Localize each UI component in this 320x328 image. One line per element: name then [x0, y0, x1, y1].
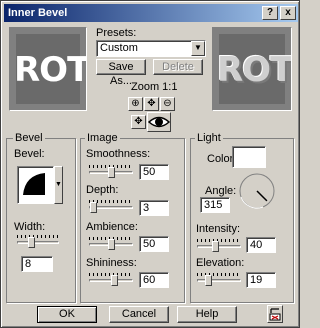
light-color-fill	[234, 148, 264, 166]
help-icon: ?	[266, 7, 274, 18]
pan-icon: ✥	[147, 98, 156, 109]
reset-button[interactable]	[267, 305, 283, 323]
presets-label: Presets:	[96, 27, 137, 39]
light-group-label: Light	[195, 132, 223, 144]
depth-slider[interactable]	[89, 200, 133, 213]
help-button[interactable]: Help	[177, 306, 237, 323]
save-as-button[interactable]: Save As...	[96, 59, 146, 87]
bevel-shape-dropdown[interactable]: ▼	[54, 166, 63, 204]
zoom-in-icon: ⊕	[131, 98, 140, 109]
delete-button[interactable]: Delete	[153, 59, 203, 75]
title-bar[interactable]: Inner Bevel	[4, 4, 298, 22]
ok-button[interactable]: OK	[37, 306, 97, 323]
depth-slider-thumb[interactable]	[90, 202, 97, 213]
close-title-button[interactable]: x	[280, 6, 296, 20]
bevel-shape-picker[interactable]	[17, 166, 54, 204]
close-icon: x	[285, 7, 291, 18]
chevron-down-icon: ▼	[55, 181, 62, 188]
smoothness-slider[interactable]	[89, 165, 133, 178]
elevation-field[interactable]: 19	[246, 272, 276, 288]
light-color-swatch[interactable]	[232, 146, 266, 168]
elevation-slider[interactable]	[197, 273, 241, 286]
intensity-slider[interactable]	[197, 239, 241, 252]
bevel-label: Bevel:	[14, 148, 45, 160]
reset-icon	[269, 308, 281, 321]
zoom-label: Zoom 1:1	[131, 81, 178, 93]
after-preview-text: ROT	[217, 50, 292, 90]
elevation-label: Elevation:	[196, 257, 245, 269]
navigate-icon: ✥	[134, 116, 143, 127]
before-preview-text: ROT	[14, 50, 87, 90]
ambience-slider-thumb[interactable]	[108, 239, 115, 250]
bevel-shape-icon	[23, 173, 45, 195]
elevation-slider-thumb[interactable]	[205, 275, 212, 286]
shininess-field[interactable]: 60	[139, 272, 169, 288]
smoothness-slider-thumb[interactable]	[108, 167, 115, 178]
zoom-out-icon: ⊖	[163, 98, 172, 109]
intensity-slider-thumb[interactable]	[212, 241, 219, 252]
bevel-group-label: Bevel	[13, 132, 45, 144]
shininess-slider-thumb[interactable]	[111, 275, 118, 286]
pan-button[interactable]: ✥	[144, 97, 159, 111]
smoothness-field[interactable]: 50	[139, 164, 169, 180]
angle-field[interactable]: 315	[200, 197, 230, 213]
navigate-button[interactable]: ✥	[131, 115, 146, 129]
ambience-slider[interactable]	[89, 237, 133, 250]
ambience-label: Ambience:	[86, 221, 138, 233]
ambience-field[interactable]: 50	[139, 236, 169, 252]
chevron-down-icon: ▼	[194, 43, 202, 52]
window-title: Inner Bevel	[8, 7, 68, 19]
angle-label: Angle:	[205, 185, 237, 197]
width-slider[interactable]	[17, 235, 59, 248]
depth-label: Depth:	[86, 184, 119, 196]
image-group-label: Image	[85, 132, 120, 144]
proof-toggle-button[interactable]	[147, 112, 171, 132]
inner-bevel-dialog: Inner Bevel ? x ROT ROT Presets: Custom …	[0, 0, 300, 328]
shininess-slider[interactable]	[89, 273, 133, 286]
presets-value: Custom	[100, 42, 138, 54]
smoothness-label: Smoothness:	[86, 148, 151, 160]
cancel-button[interactable]: Cancel	[109, 306, 169, 323]
intensity-label: Intensity:	[196, 223, 241, 235]
zoom-out-button[interactable]: ⊖	[160, 97, 175, 111]
help-title-button[interactable]: ?	[262, 6, 278, 20]
presets-select[interactable]: Custom ▼	[96, 40, 206, 57]
shininess-label: Shininess:	[86, 257, 137, 269]
proof-eye-icon	[148, 116, 170, 128]
before-preview[interactable]: ROT	[9, 27, 87, 111]
zoom-in-button[interactable]: ⊕	[128, 97, 143, 111]
after-preview: ROT	[212, 27, 292, 111]
intensity-field[interactable]: 40	[246, 237, 276, 253]
depth-field[interactable]: 3	[139, 200, 169, 216]
width-slider-thumb[interactable]	[28, 237, 35, 248]
presets-dropdown-button[interactable]: ▼	[191, 41, 205, 56]
angle-dial[interactable]	[237, 171, 277, 211]
width-label: Width:	[14, 221, 46, 233]
width-field[interactable]: 8	[21, 256, 53, 272]
